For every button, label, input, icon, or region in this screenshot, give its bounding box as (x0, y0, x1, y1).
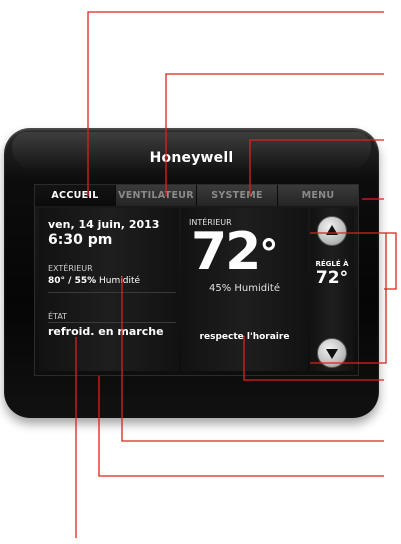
outdoor-humidity-label: Humidité (99, 276, 141, 286)
tab-bar: ACCUEIL VENTILATEUR SYSTEME MENU (35, 185, 358, 206)
tab-ventilateur[interactable]: VENTILATEUR (116, 185, 197, 206)
tab-systeme[interactable]: SYSTEME (197, 185, 278, 206)
divider (48, 292, 176, 293)
date-text: ven, 14 juin, 2013 (48, 218, 160, 231)
triangle-down-icon (326, 349, 338, 359)
tab-accueil[interactable]: ACCUEIL (35, 185, 116, 206)
schedule-status: respecte l'horaire (199, 332, 290, 342)
state-label: ÉTAT (48, 312, 68, 321)
thermostat-device: Honeywell ACCUEIL VENTILATEUR SYSTEME ME… (4, 128, 379, 418)
indoor-pane: INTÉRIEUR 72° 45% Humidité respecte l'ho… (181, 208, 308, 371)
setpoint-label: RÉGLÉ À (315, 260, 349, 268)
triangle-up-icon (326, 225, 338, 235)
info-pane: ven, 14 juin, 2013 6:30 pm EXTÉRIEUR 80°… (39, 208, 179, 371)
thermostat-screen: ACCUEIL VENTILATEUR SYSTEME MENU ven, 14… (34, 184, 359, 376)
degree-symbol: ° (259, 232, 279, 276)
temp-up-button[interactable] (317, 216, 347, 246)
outdoor-value: 80° / 55% (48, 276, 97, 286)
setpoint-value: 72° (315, 268, 349, 288)
outdoor-label: EXTÉRIEUR (48, 264, 93, 273)
system-status: refroid. en marche (48, 325, 164, 338)
brand-logo: Honeywell (149, 150, 234, 166)
indoor-temp-value: 72 (191, 222, 261, 282)
setpoint-pane: RÉGLÉ À 72° (310, 208, 354, 371)
outdoor-conditions: 80° / 55% Humidité (48, 276, 140, 286)
tab-menu[interactable]: MENU (278, 185, 358, 206)
temp-down-button[interactable] (317, 338, 347, 368)
divider (48, 322, 176, 323)
indoor-temperature: 72° (191, 222, 278, 282)
indoor-humidity: 45% Humidité (209, 283, 280, 294)
time-text: 6:30 pm (48, 232, 113, 248)
